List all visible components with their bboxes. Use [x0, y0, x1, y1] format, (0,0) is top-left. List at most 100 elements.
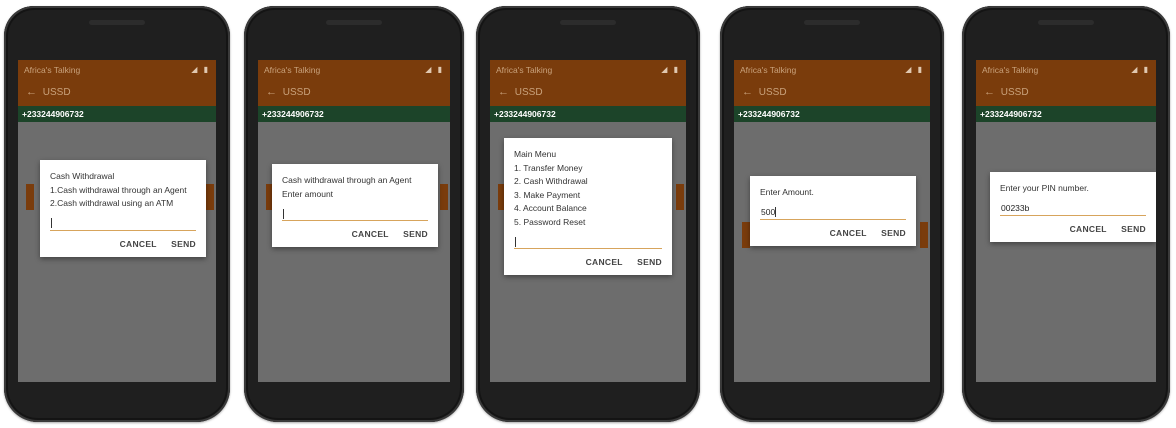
app-bar: ← USSD	[18, 80, 216, 106]
app-bar: ← USSD	[258, 80, 450, 106]
dialog-line: 2.Cash withdrawal using an ATM	[50, 198, 174, 208]
app-title: Africa's Talking	[264, 65, 321, 75]
dialog-line: 3. Make Payment	[514, 189, 581, 200]
ussd-dialog: Cash withdrawal through an Agent Enter a…	[272, 164, 438, 247]
back-arrow-icon[interactable]: ←	[742, 80, 756, 104]
dialog-actions: CANCEL SEND	[1000, 224, 1146, 234]
speaker	[560, 20, 616, 25]
cancel-button[interactable]: CANCEL	[586, 257, 623, 267]
phone-3: Africa's Talking ◢ ▮ ← USSD +23324490673…	[476, 6, 700, 422]
send-button[interactable]: SEND	[881, 228, 906, 238]
screen-title: USSD	[758, 87, 787, 98]
app-bar: ← USSD	[734, 80, 930, 106]
status-bar: Africa's Talking ◢ ▮	[976, 60, 1156, 80]
dialog-line: Enter your PIN number.	[1000, 183, 1089, 193]
phone-screen: Africa's Talking ◢ ▮ ← USSD +23324490673…	[258, 60, 450, 382]
app-title: Africa's Talking	[982, 65, 1039, 75]
phone-number-bar: +233244906732	[734, 106, 930, 122]
input-value: 00233b	[1001, 202, 1030, 213]
signal-battery-icon: ◢ ▮	[425, 65, 444, 74]
text-cursor	[515, 236, 516, 247]
input-value: 500	[761, 206, 776, 217]
background-field-edge	[742, 222, 750, 248]
app-title: Africa's Talking	[24, 65, 81, 75]
ussd-dialog: Enter Amount. 500 CANCEL SEND	[750, 176, 916, 246]
background-field-edge	[920, 222, 928, 248]
dialog-actions: CANCEL SEND	[514, 257, 662, 267]
ussd-input[interactable]	[514, 234, 662, 249]
cancel-button[interactable]: CANCEL	[352, 229, 389, 239]
cancel-button[interactable]: CANCEL	[830, 228, 867, 238]
app-bar: ← USSD	[976, 80, 1156, 106]
app-title: Africa's Talking	[496, 65, 553, 75]
dialog-line: Enter amount	[282, 188, 334, 199]
background-field-edge	[206, 184, 214, 210]
phone-number: +233244906732	[494, 109, 556, 119]
back-arrow-icon[interactable]: ←	[266, 80, 280, 104]
phone-number: +233244906732	[980, 109, 1042, 119]
screen-title: USSD	[514, 87, 543, 98]
ussd-input[interactable]: 500	[760, 205, 906, 220]
status-bar: Africa's Talking ◢ ▮	[734, 60, 930, 80]
phone-number-bar: +233244906732	[18, 106, 216, 122]
cancel-button[interactable]: CANCEL	[120, 239, 157, 249]
text-cursor	[775, 207, 777, 218]
ussd-input[interactable]: 00233b	[1000, 201, 1146, 216]
send-button[interactable]: SEND	[1121, 224, 1146, 234]
speaker	[1038, 20, 1094, 25]
speaker	[89, 20, 145, 25]
dialog-line: 5. Password Reset	[514, 216, 586, 227]
screen-title: USSD	[282, 87, 311, 98]
background-field-edge	[26, 184, 34, 210]
back-arrow-icon[interactable]: ←	[26, 80, 40, 104]
send-button[interactable]: SEND	[403, 229, 428, 239]
phone-5: Africa's Talking ◢ ▮ ← USSD +23324490673…	[962, 6, 1170, 422]
speaker	[804, 20, 860, 25]
text-cursor	[51, 218, 52, 229]
send-button[interactable]: SEND	[637, 257, 662, 267]
status-bar: Africa's Talking ◢ ▮	[258, 60, 450, 80]
dialog-actions: CANCEL SEND	[282, 229, 428, 239]
ussd-input[interactable]	[50, 216, 196, 231]
ussd-input[interactable]	[282, 206, 428, 221]
phone-number-bar: +233244906732	[490, 106, 686, 122]
dialog-actions: CANCEL SEND	[760, 228, 906, 238]
phone-number: +233244906732	[738, 109, 800, 119]
dialog-line: 4. Account Balance	[514, 203, 587, 213]
background-field-edge	[676, 184, 684, 210]
phone-screen: Africa's Talking ◢ ▮ ← USSD +23324490673…	[976, 60, 1156, 382]
ussd-dialog: Enter your PIN number. 00233b CANCEL SEN…	[990, 172, 1156, 242]
speaker	[326, 20, 382, 25]
phone-1: Africa's Talking ◢ ▮ ← USSD +23324490673…	[4, 6, 230, 422]
phone-number: +233244906732	[22, 109, 84, 119]
dialog-line: Main Menu	[514, 149, 557, 159]
phone-4: Africa's Talking ◢ ▮ ← USSD +23324490673…	[720, 6, 944, 422]
ussd-dialog: Main Menu 1. Transfer Money 2. Cash With…	[504, 138, 672, 275]
phone-number-bar: +233244906732	[258, 106, 450, 122]
dialog-line: 1. Transfer Money	[514, 162, 583, 173]
signal-battery-icon: ◢ ▮	[1131, 65, 1150, 74]
text-cursor	[283, 208, 284, 219]
back-arrow-icon[interactable]: ←	[984, 80, 998, 104]
screen-title: USSD	[42, 87, 71, 98]
dialog-line: 1.Cash withdrawal through an Agent	[50, 184, 187, 195]
phone-screen: Africa's Talking ◢ ▮ ← USSD +23324490673…	[490, 60, 686, 382]
send-button[interactable]: SEND	[171, 239, 196, 249]
dialog-line: Cash Withdrawal	[50, 171, 115, 181]
app-title: Africa's Talking	[740, 65, 797, 75]
dialog-line: Enter Amount.	[760, 187, 814, 197]
dialog-line: 2. Cash Withdrawal	[514, 176, 588, 186]
phone-screen: Africa's Talking ◢ ▮ ← USSD +23324490673…	[18, 60, 216, 382]
phone-number-bar: +233244906732	[976, 106, 1156, 122]
signal-battery-icon: ◢ ▮	[191, 65, 210, 74]
signal-battery-icon: ◢ ▮	[905, 65, 924, 74]
phone-screen: Africa's Talking ◢ ▮ ← USSD +23324490673…	[734, 60, 930, 382]
status-bar: Africa's Talking ◢ ▮	[18, 60, 216, 80]
screen-title: USSD	[1000, 87, 1029, 98]
phone-number: +233244906732	[262, 109, 324, 119]
status-bar: Africa's Talking ◢ ▮	[490, 60, 686, 80]
back-arrow-icon[interactable]: ←	[498, 80, 512, 104]
cancel-button[interactable]: CANCEL	[1070, 224, 1107, 234]
dialog-actions: CANCEL SEND	[50, 239, 196, 249]
background-field-edge	[440, 184, 448, 210]
